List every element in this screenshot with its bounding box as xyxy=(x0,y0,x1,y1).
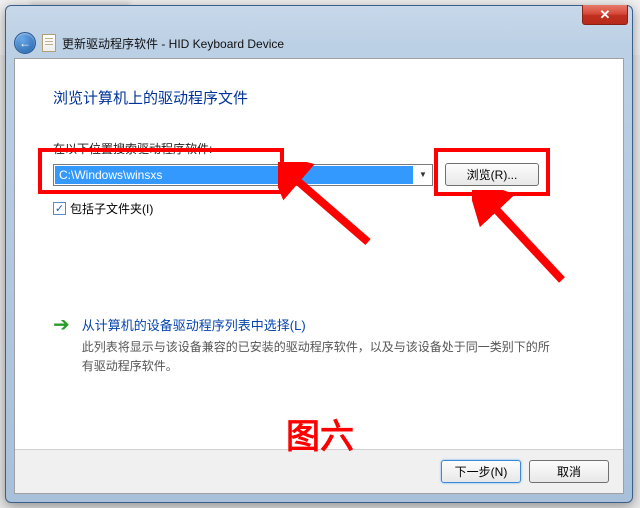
path-row: ▼ 浏览(R)... xyxy=(53,163,585,186)
next-button[interactable]: 下一步(N) xyxy=(441,460,521,483)
content-inner: 浏览计算机上的驱动程序文件 在以下位置搜索驱动程序软件: ▼ 浏览(R)... … xyxy=(15,59,623,376)
close-button[interactable]: ✕ xyxy=(582,5,628,25)
breadcrumb: ← 更新驱动程序软件 - HID Keyboard Device xyxy=(14,32,624,54)
back-button[interactable]: ← xyxy=(14,32,36,54)
path-input[interactable] xyxy=(55,166,413,184)
include-subfolders-checkbox[interactable]: ✓ xyxy=(53,202,66,215)
device-icon xyxy=(42,34,56,52)
include-subfolders-label: 包括子文件夹(I) xyxy=(70,200,153,217)
cancel-button[interactable]: 取消 xyxy=(529,460,609,483)
search-label: 在以下位置搜索驱动程序软件: xyxy=(53,140,585,157)
footer: 下一步(N) 取消 xyxy=(15,449,623,493)
dialog-window: ✕ ← 更新驱动程序软件 - HID Keyboard Device 浏览计算机… xyxy=(5,5,633,503)
close-icon: ✕ xyxy=(600,7,611,23)
include-subfolders-row: ✓ 包括子文件夹(I) xyxy=(53,200,585,217)
arrow-left-icon: ← xyxy=(19,36,31,50)
titlebar: ✕ xyxy=(6,6,632,28)
pick-from-list-description: 此列表将显示与该设备兼容的已安装的驱动程序软件，以及与该设备处于同一类别下的所有… xyxy=(82,338,552,376)
path-combobox[interactable]: ▼ xyxy=(53,164,433,186)
pick-from-list-body: 从计算机的设备驱动程序列表中选择(L) 此列表将显示与该设备兼容的已安装的驱动程… xyxy=(82,315,585,376)
browse-button[interactable]: 浏览(R)... xyxy=(445,163,539,186)
pick-from-list-link[interactable]: 从计算机的设备驱动程序列表中选择(L) xyxy=(82,315,585,334)
pick-from-list-section: ➔ 从计算机的设备驱动程序列表中选择(L) 此列表将显示与该设备兼容的已安装的驱… xyxy=(53,315,585,376)
page-title: 更新驱动程序软件 - HID Keyboard Device xyxy=(62,35,284,52)
arrow-right-icon: ➔ xyxy=(53,315,70,376)
dropdown-arrow-icon[interactable]: ▼ xyxy=(414,165,432,185)
heading: 浏览计算机上的驱动程序文件 xyxy=(53,87,585,108)
content-panel: 浏览计算机上的驱动程序文件 在以下位置搜索驱动程序软件: ▼ 浏览(R)... … xyxy=(14,58,624,494)
